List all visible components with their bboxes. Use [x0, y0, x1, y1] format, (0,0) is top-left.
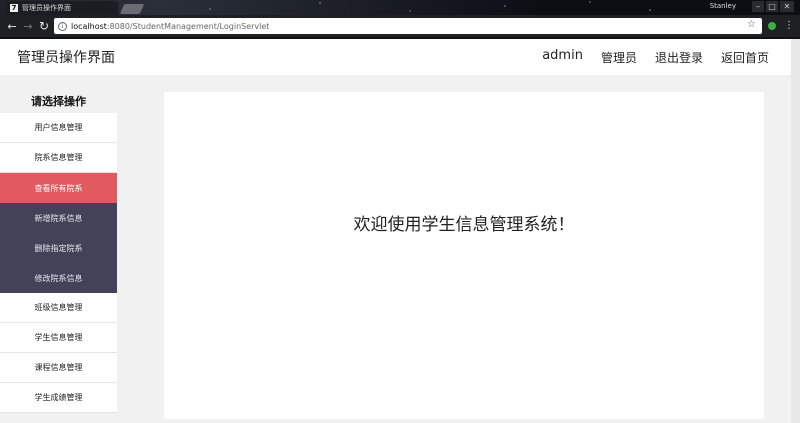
info-icon[interactable]: i [58, 21, 67, 31]
page-scrollbar[interactable] [791, 39, 800, 423]
browser-tab[interactable]: 7 管理员操作界面 [6, 1, 118, 15]
welcome-message: 欢迎使用学生信息管理系统！ [353, 215, 575, 235]
back-arrow-icon[interactable]: ← [4, 20, 20, 33]
sidebar-item-delete-department[interactable]: 删除指定院系 [0, 233, 117, 263]
sidebar-item-edit-department[interactable]: 修改院系信息 [0, 263, 117, 293]
nav-username[interactable]: admin [542, 48, 583, 66]
url-host: localhost [71, 21, 107, 31]
nav-role[interactable]: 管理员 [601, 49, 637, 66]
sidebar-item-view-all-departments[interactable]: 查看所有院系 [0, 173, 117, 203]
close-icon[interactable]: ✕ [780, 1, 794, 12]
maximize-icon[interactable]: □ [766, 1, 778, 12]
tab-favicon-icon: 7 [10, 4, 18, 12]
nav-logout[interactable]: 退出登录 [655, 49, 703, 66]
tab-title: 管理员操作界面 [22, 4, 71, 12]
sidebar-item-department-management[interactable]: 院系信息管理 [0, 143, 117, 173]
extension-icon[interactable] [768, 22, 776, 30]
main-content: 欢迎使用学生信息管理系统！ [164, 92, 764, 419]
sidebar-item-student-management[interactable]: 学生信息管理 [0, 323, 117, 353]
page: 管理员操作界面 admin 管理员 退出登录 返回首页 请选择操作 用户信息管理… [0, 39, 800, 423]
header-nav: admin 管理员 退出登录 返回首页 [524, 48, 769, 66]
sidebar-item-user-management[interactable]: 用户信息管理 [0, 113, 117, 143]
kebab-menu-icon[interactable]: ⋮ [784, 18, 794, 34]
sidebar: 请选择操作 用户信息管理 院系信息管理 查看所有院系 新增院系信息 删除指定院系… [0, 93, 117, 413]
address-bar[interactable]: i localhost:8080/StudentManagement/Login… [54, 18, 762, 34]
sidebar-item-grade-management[interactable]: 学生成绩管理 [0, 383, 117, 413]
minimize-icon[interactable]: – [752, 1, 764, 12]
reload-icon[interactable]: ↻ [36, 19, 52, 33]
page-title: 管理员操作界面 [17, 50, 115, 66]
url-text[interactable]: localhost:8080/StudentManagement/LoginSe… [71, 22, 269, 31]
sidebar-heading: 请选择操作 [31, 95, 86, 108]
app-header: 管理员操作界面 admin 管理员 退出登录 返回首页 [0, 39, 800, 75]
browser-toolbar: ← → ↻ i localhost:8080/StudentManagement… [0, 15, 800, 37]
star-icon[interactable]: ☆ [747, 19, 756, 30]
sidebar-item-class-management[interactable]: 班级信息管理 [0, 293, 117, 323]
sidebar-item-course-management[interactable]: 课程信息管理 [0, 353, 117, 383]
nav-home[interactable]: 返回首页 [721, 49, 769, 66]
url-path: :8080/StudentManagement/LoginServlet [106, 21, 270, 31]
sidebar-item-add-department[interactable]: 新增院系信息 [0, 203, 117, 233]
profile-name[interactable]: Stanley [710, 2, 736, 10]
browser-titlebar: 7 管理员操作界面 Stanley – □ ✕ [0, 0, 800, 15]
forward-arrow-icon[interactable]: → [20, 20, 36, 33]
